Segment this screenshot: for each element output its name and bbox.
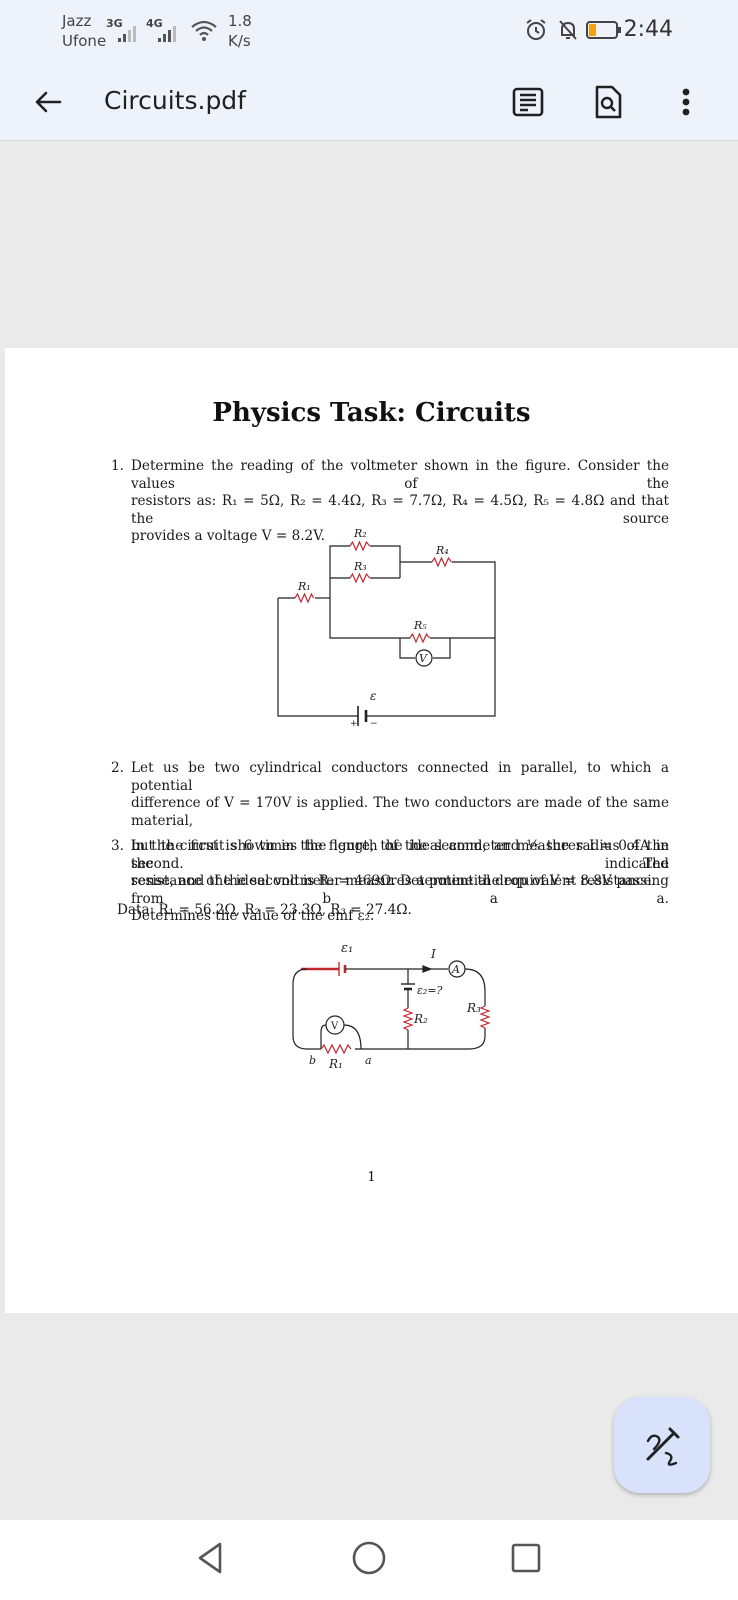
q2-line-1: Let us be two cylindrical conductors con… — [131, 760, 669, 794]
app-top-bar: Jazz Ufone 3G 4G 1.8 K/s 2:44 Circuits.p… — [0, 0, 738, 141]
page-number: 1 — [367, 1170, 376, 1185]
signal-strength-icon-2 — [158, 26, 176, 42]
status-bar: Jazz Ufone 3G 4G 1.8 K/s 2:44 — [0, 0, 738, 64]
signal-strength-icon — [118, 26, 136, 42]
q2-number: 2. — [111, 760, 124, 776]
mute-icon — [559, 20, 577, 40]
circuit-figure-2: ε₁ I A ε₂=? R₃ V R₂ b R₁ a — [292, 941, 491, 1071]
q3-line-1: In the circuit shown in the figure, the … — [131, 838, 669, 872]
q2-line-2: difference of V = 170V is applied. The t… — [131, 795, 669, 829]
fig1-emf-label: ε — [370, 689, 376, 703]
data-line: Data: R₁ = 56.2Ω, R₂ = 23.3Ω, R₃ = 27.4Ω… — [117, 902, 412, 918]
edit-annotate-icon — [646, 1427, 680, 1466]
q1-line-1: Determine the reading of the voltmeter s… — [131, 458, 669, 492]
fig1-label-r5: R₅ — [413, 619, 427, 632]
pdf-toolbar: Circuits.pdf — [0, 64, 738, 140]
fig2-ammeter-label: A — [451, 963, 460, 976]
carrier-2: Ufone — [62, 32, 107, 50]
fig1-voltmeter-label: V — [419, 652, 428, 665]
document-title: Circuits.pdf — [104, 86, 246, 115]
fig2-emf1-label: ε₁ — [341, 941, 353, 956]
fig2-voltmeter-label: V — [330, 1021, 339, 1032]
fig1-plus: + — [350, 719, 358, 729]
battery-icon — [586, 21, 621, 39]
fig2-current-label: I — [430, 947, 436, 961]
q1-number: 1. — [111, 458, 124, 474]
system-nav-bar — [0, 1520, 738, 1600]
fig2-emf2-label: ε₂=? — [417, 984, 443, 997]
carrier-1: Jazz — [62, 12, 92, 30]
fig2-node-b: b — [309, 1054, 316, 1067]
q3-number: 3. — [111, 838, 124, 854]
back-triangle-icon[interactable] — [192, 1538, 228, 1578]
fig1-minus: − — [370, 719, 378, 729]
status-clock: 2:44 — [623, 17, 673, 42]
data-speed-unit: K/s — [228, 32, 251, 50]
fig1-label-r2: R₂ — [353, 527, 367, 540]
fig1-label-r1: R₁ — [297, 580, 311, 593]
fig2-r3-label: R₃ — [466, 1001, 481, 1015]
back-arrow-icon[interactable] — [30, 84, 66, 120]
recents-square-icon[interactable] — [506, 1538, 546, 1578]
fig1-label-r3: R₃ — [353, 560, 367, 573]
fig2-node-a: a — [365, 1054, 372, 1067]
alarm-icon — [526, 19, 546, 40]
more-vert-icon[interactable] — [676, 82, 696, 122]
fig2-r1-label: R₁ — [328, 1057, 343, 1071]
fig1-label-r4: R₄ — [435, 544, 449, 557]
search-document-icon[interactable] — [588, 82, 628, 122]
page-heading: Physics Task: Circuits — [212, 398, 531, 428]
reading-mode-icon[interactable] — [508, 82, 548, 122]
fig2-r2-label: R₂ — [413, 1012, 428, 1026]
wifi-icon — [191, 20, 217, 41]
data-speed-value: 1.8 — [228, 12, 252, 30]
pdf-page: Physics Task: Circuits 1. Determine the … — [5, 348, 738, 1313]
annotate-fab[interactable] — [614, 1397, 710, 1493]
home-circle-icon[interactable] — [349, 1538, 389, 1578]
circuit-figure-1: R₁ R₂ R₃ R₄ R₅ V ε + − — [277, 527, 496, 729]
